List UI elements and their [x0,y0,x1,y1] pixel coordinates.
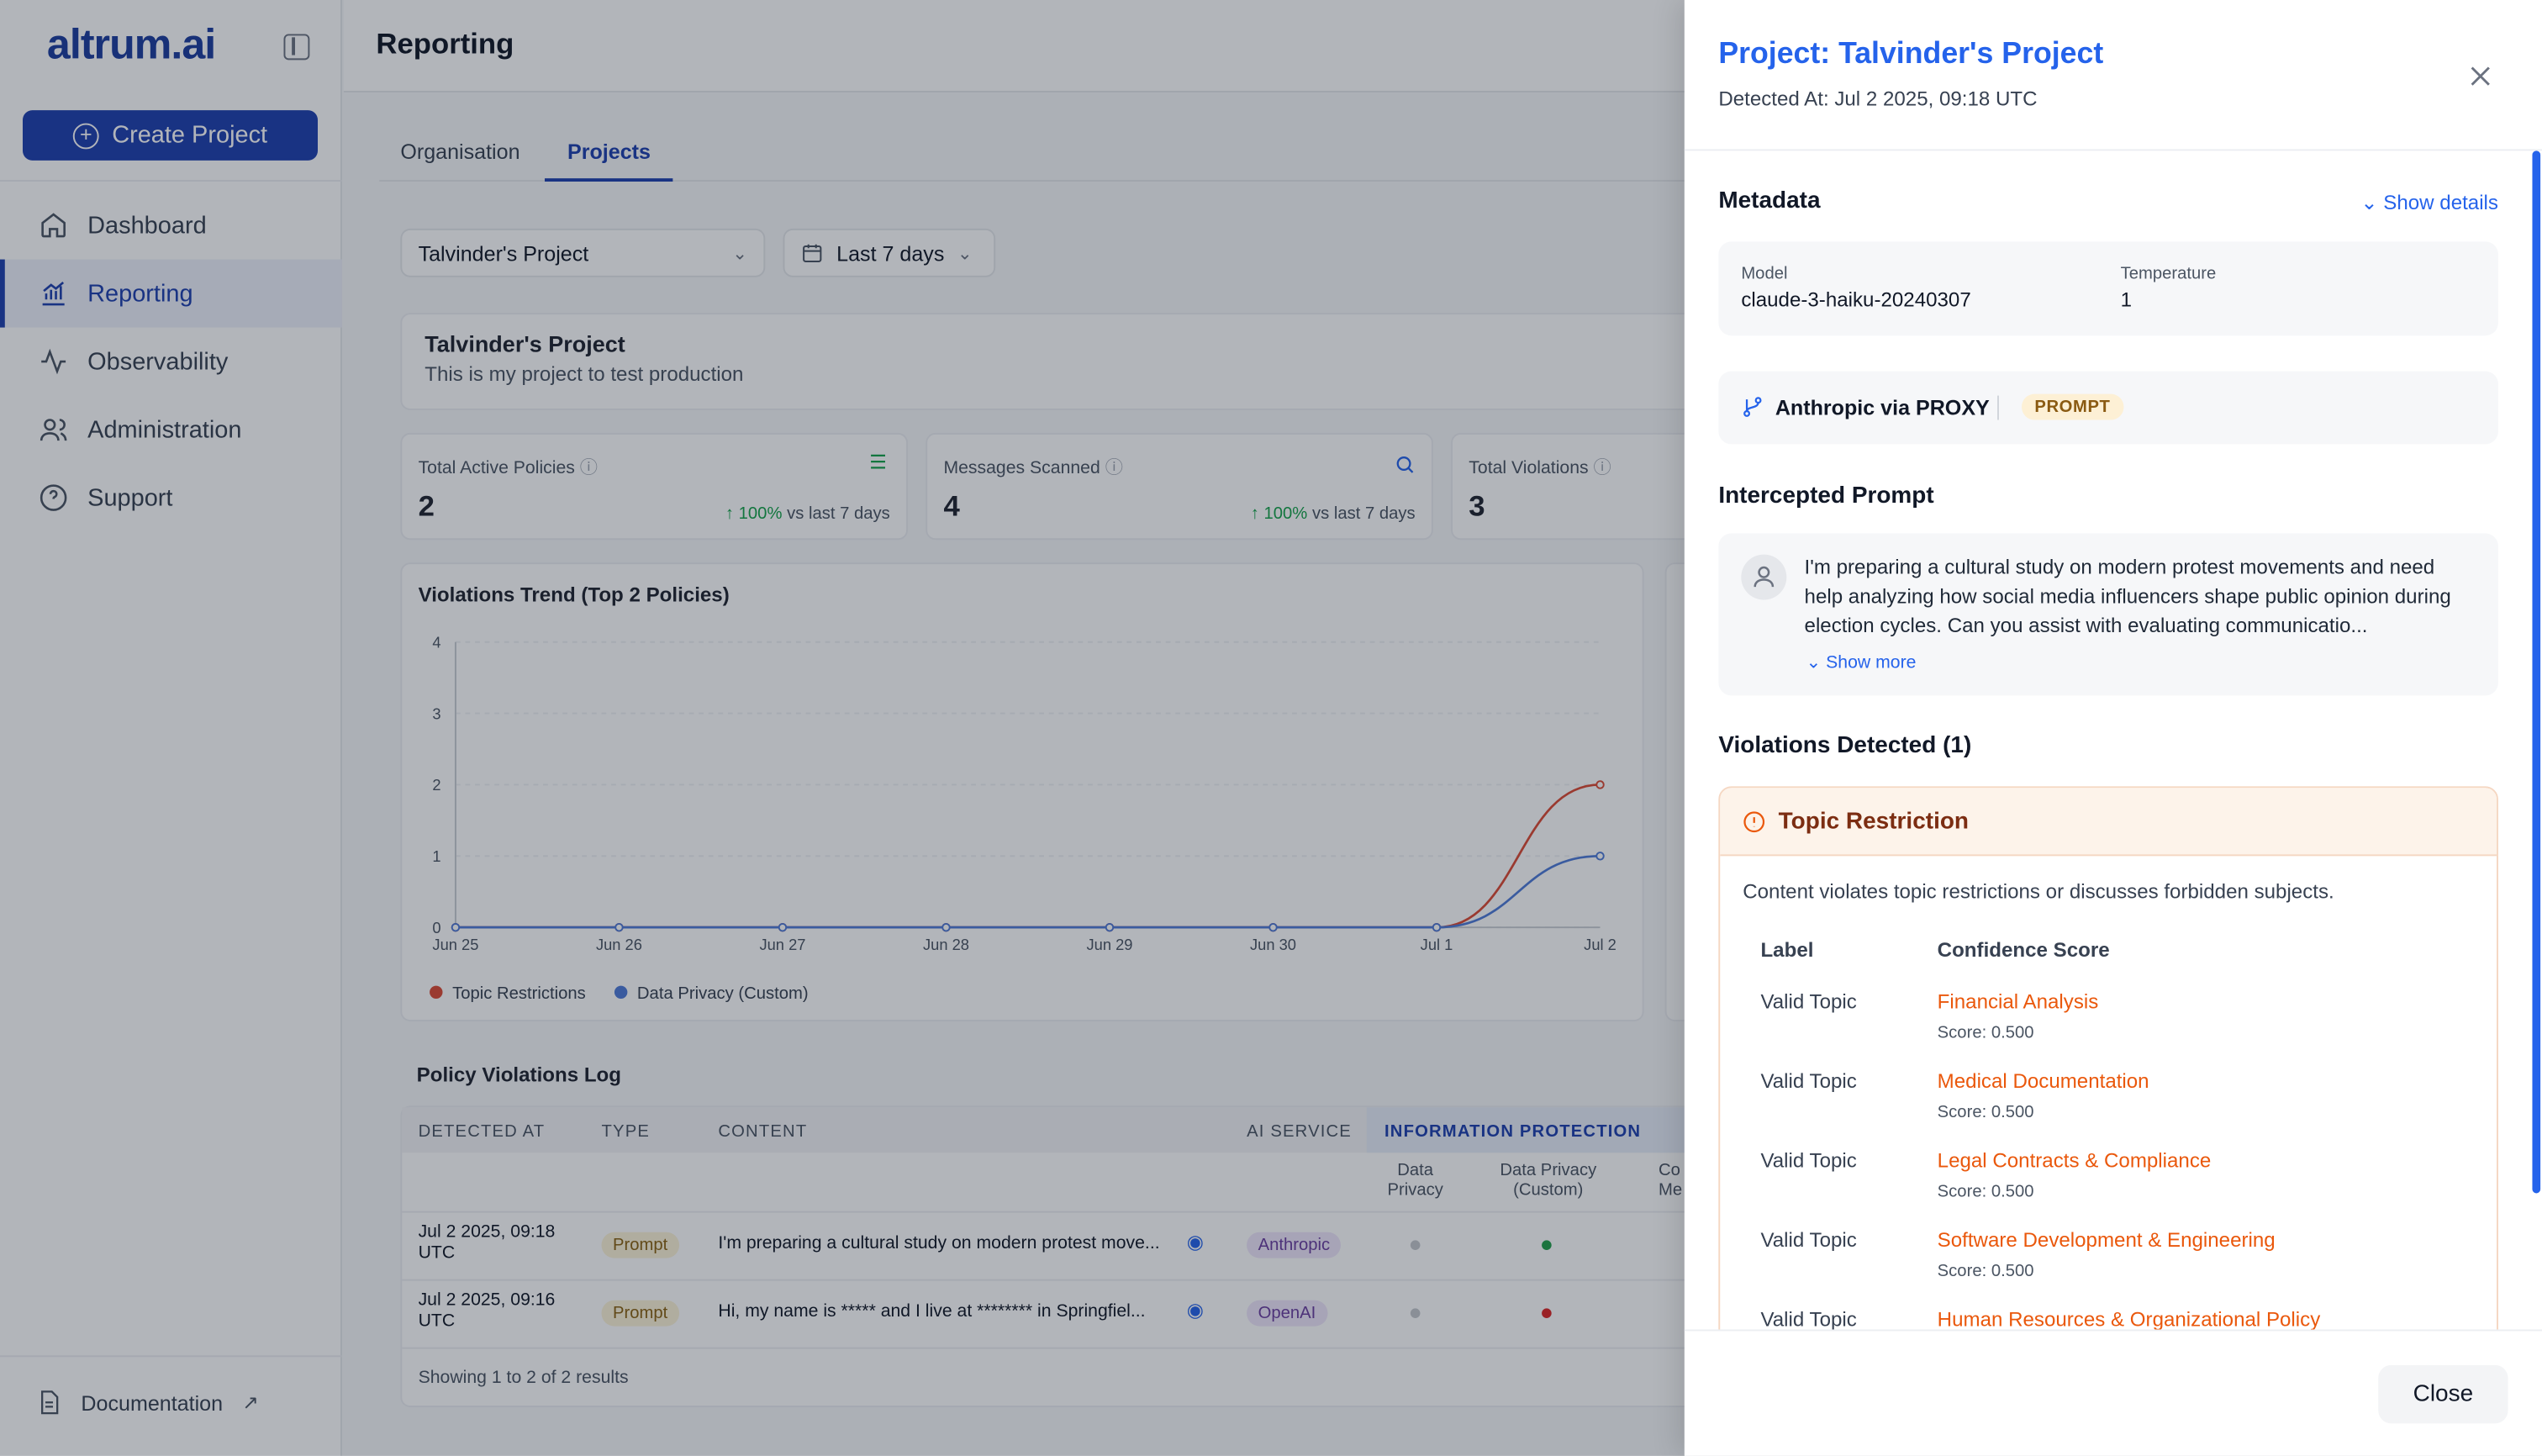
topic-row-label: Valid Topic [1760,1069,1857,1093]
violations-title: Violations Detected (1) [1718,732,1972,759]
show-details-label: Show details [2383,191,2498,214]
topic-row-label: Valid Topic [1760,1149,1857,1173]
col-label: Label [1760,938,1814,962]
show-details-link[interactable]: ⌄ Show details [2360,190,2498,214]
temperature-label: Temperature [2120,264,2217,284]
chevron-down-icon: ⌄ [2360,191,2378,214]
prompt-box: I'm preparing a cultural study on modern… [1718,533,2498,696]
drawer-title: Project: Talvinder's Project [1718,35,2104,70]
topic-row-name: Medical Documentation [1937,1069,2149,1093]
chevron-down-icon: ⌄ [1806,653,1822,673]
topic-row-score: Score: 0.500 [1937,1102,2034,1122]
divider [1997,395,1999,420]
topic-row-label: Valid Topic [1760,990,1857,1014]
topic-row-score: Score: 0.500 [1937,1181,2034,1202]
model-label: Model [1741,264,1788,284]
user-avatar-icon [1741,554,1787,600]
alert-circle-icon [1743,811,1765,833]
topic-row-score: Score: 0.500 [1937,1022,2034,1043]
prompt-badge: PROMPT [2021,393,2123,420]
violation-description: Content violates topic restrictions or d… [1743,880,2334,904]
model-value: claude-3-haiku-20240307 [1741,288,1971,312]
close-icon[interactable] [2466,61,2495,91]
close-button[interactable]: Close [2378,1364,2508,1424]
metadata-title: Metadata [1718,187,1821,214]
topic-row-name: Financial Analysis [1937,990,2099,1014]
detected-at: Detected At: Jul 2 2025, 09:18 UTC [1718,87,2038,111]
branch-icon [1743,397,1762,417]
divider [1684,1329,2542,1332]
metadata-box: Model claude-3-haiku-20240307 Temperatur… [1718,241,2498,336]
service-name: Anthropic via PROXY [1775,395,1990,420]
violation-card: Topic Restriction Content violates topic… [1718,786,2498,1330]
violation-detail-drawer: Project: Talvinder's Project Detected At… [1684,0,2542,1456]
topic-row-name: Human Resources & Organizational Policy [1937,1308,2321,1330]
prompt-text: I'm preparing a cultural study on modern… [1804,556,2451,637]
app-root: altrum.ai + Create Project Dashboard Rep… [0,0,2542,1456]
intercepted-prompt-title: Intercepted Prompt [1718,483,1934,509]
topic-row-label: Valid Topic [1760,1228,1857,1252]
drawer-scroll-area[interactable]: Metadata ⌄ Show details Model claude-3-h… [1685,150,2542,1330]
scrollbar[interactable] [2532,150,2541,1194]
show-more-label: Show more [1826,653,1917,673]
topic-row-name: Legal Contracts & Compliance [1937,1149,2212,1173]
topic-row-name: Software Development & Engineering [1937,1228,2276,1252]
col-confidence-score: Confidence Score [1937,938,2110,962]
show-more-link[interactable]: ⌄ Show more [1806,652,1916,673]
violation-name: Topic Restriction [1778,809,1970,836]
topic-row-score: Score: 0.500 [1937,1261,2034,1281]
temperature-value: 1 [2120,288,2133,312]
topic-row-label: Valid Topic [1760,1308,1857,1330]
service-box: Anthropic via PROXY PROMPT [1718,371,2498,445]
violation-header: Topic Restriction [1720,788,2497,857]
